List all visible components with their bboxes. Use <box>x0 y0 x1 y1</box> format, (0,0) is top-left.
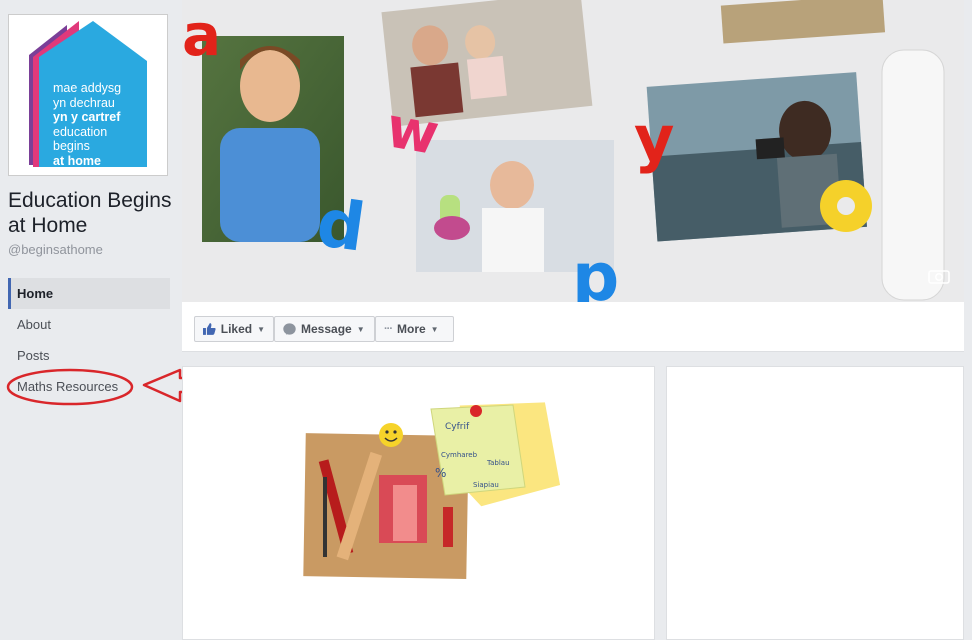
svg-text:p: p <box>572 239 619 302</box>
chevron-down-icon: ▼ <box>356 324 365 334</box>
liked-label: Liked <box>220 322 253 336</box>
side-card <box>666 366 964 640</box>
svg-text:d: d <box>312 184 370 267</box>
messenger-icon <box>283 322 296 335</box>
logo-line: yn y cartref <box>53 110 121 124</box>
cover-camera-icon[interactable] <box>928 268 950 284</box>
message-button[interactable]: Message ▼ <box>274 316 375 342</box>
page-action-bar: Liked ▼ Message ▼ ··· More ▼ <box>182 302 964 352</box>
profile-picture[interactable]: mae addysg yn dechrau yn y cartref educa… <box>8 14 168 176</box>
cover-collage: a d w p y <box>182 0 945 302</box>
post-card[interactable]: Cyfrif Cymhareb % Tablau Siapiau <box>182 366 655 640</box>
note-text: % <box>435 466 446 480</box>
ellipsis-icon: ··· <box>384 323 393 335</box>
nav-item-home[interactable]: Home <box>8 278 170 309</box>
more-label: More <box>397 322 426 336</box>
thumbs-up-icon <box>203 323 216 335</box>
logo-line: mae addysg <box>53 81 122 95</box>
camera-icon[interactable] <box>9 15 29 29</box>
nav-item-posts[interactable]: Posts <box>8 340 170 371</box>
liked-button[interactable]: Liked ▼ <box>194 316 274 342</box>
note-text: Tablau <box>486 459 510 467</box>
logo-line: at home <box>53 153 101 168</box>
note-text: Cymhareb <box>441 451 478 459</box>
logo-line: yn dechrau <box>53 95 115 110</box>
chevron-down-icon: ▼ <box>430 324 439 334</box>
message-label: Message <box>301 322 352 336</box>
letter-a: a <box>182 1 221 69</box>
left-sidebar: mae addysg yn dechrau yn y cartref educa… <box>0 0 180 640</box>
more-button[interactable]: ··· More ▼ <box>375 316 454 342</box>
page-title[interactable]: Education Begins at Home <box>8 188 178 238</box>
note-text: Cyfrif <box>445 422 470 432</box>
nav-item-about[interactable]: About <box>8 309 170 340</box>
cover-photo[interactable]: a d w p y <box>182 0 964 302</box>
logo-text: mae addysg yn dechrau yn y cartref educa… <box>53 81 121 168</box>
note-text: Siapiau <box>473 481 499 489</box>
maths-resources-image: Cyfrif Cymhareb % Tablau Siapiau <box>300 402 561 583</box>
logo-line: begins <box>53 139 90 153</box>
logo-line: education <box>53 124 108 139</box>
right-gutter <box>964 0 972 640</box>
chevron-down-icon: ▼ <box>257 324 265 334</box>
page-handle[interactable]: @beginsathome <box>8 242 103 257</box>
svg-text:y: y <box>634 102 674 175</box>
annotation-circle <box>6 368 134 406</box>
